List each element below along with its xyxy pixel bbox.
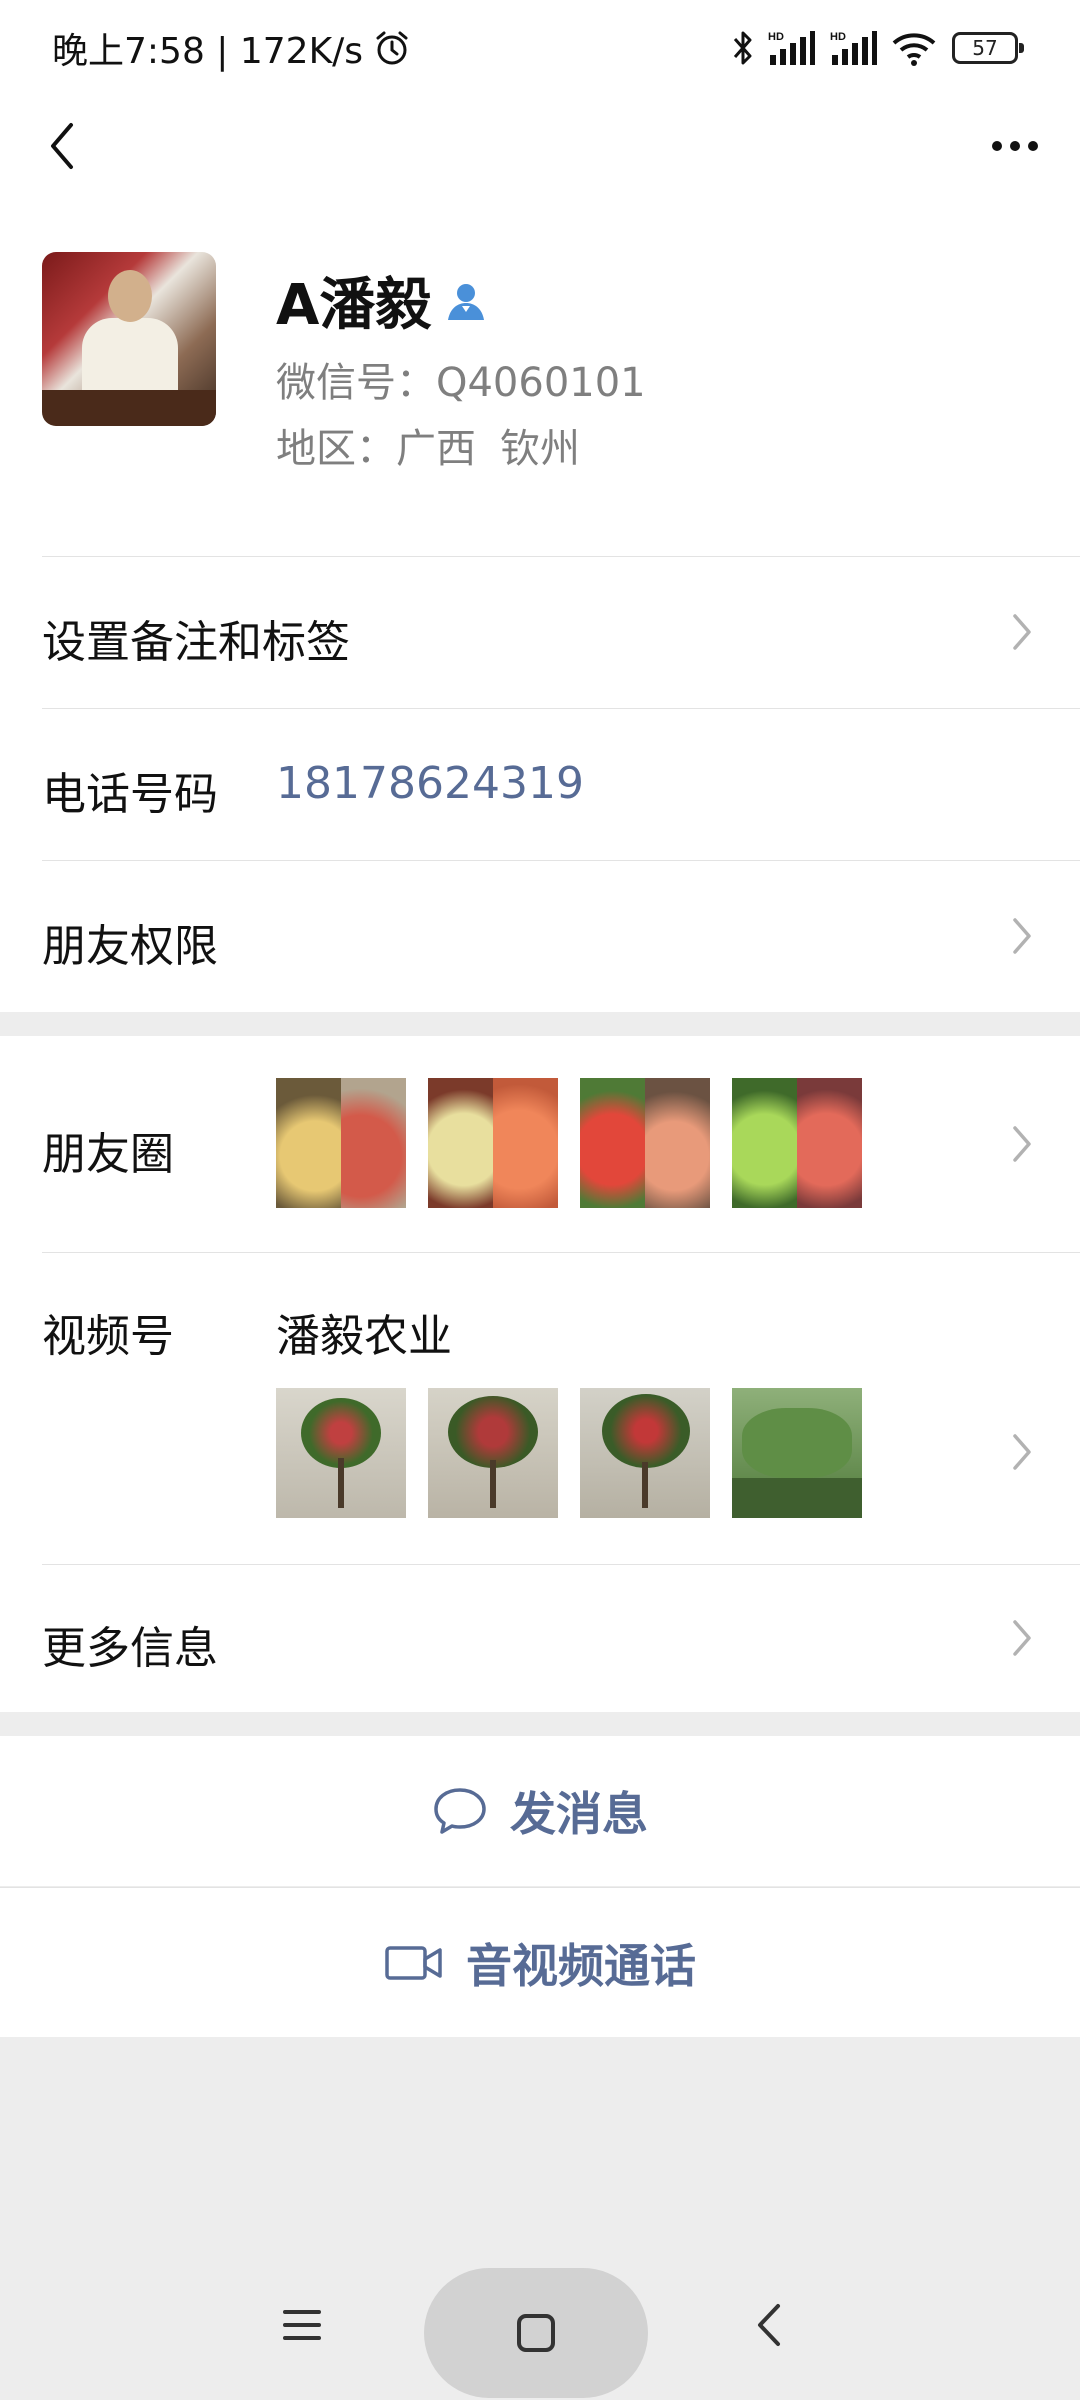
- remark-tags-label: 设置备注和标签: [42, 617, 350, 668]
- more-options-button[interactable]: [970, 114, 1060, 178]
- moments-thumbnail: [732, 1078, 862, 1208]
- friend-permission-label: 朋友权限: [42, 921, 218, 972]
- chevron-left-icon: [51, 123, 73, 169]
- chevron-right-icon: [1013, 1620, 1031, 1656]
- chevron-right-icon: [1013, 1434, 1031, 1470]
- region: 地区：广西 钦州: [276, 416, 580, 474]
- remark-tags-row[interactable]: 设置备注和标签: [0, 556, 1080, 708]
- av-call-button[interactable]: 音视频通话: [0, 1887, 1080, 2037]
- status-time-speed: 晚上7:58 | 172K/s: [52, 31, 364, 72]
- channel-thumbnails: [276, 1388, 862, 1518]
- battery-indicator: 57: [952, 32, 1024, 64]
- contact-name: A潘毅: [276, 273, 432, 338]
- system-navigation-bar: [0, 2250, 1080, 2400]
- moments-thumbnail: [580, 1078, 710, 1208]
- chevron-right-icon: [1013, 1126, 1031, 1162]
- avatar-figure-head: [108, 270, 152, 322]
- home-button[interactable]: [424, 2268, 648, 2398]
- wechat-id: 微信号：Q4060101: [276, 360, 646, 406]
- moments-thumbnail: [276, 1078, 406, 1208]
- square-icon: [517, 2314, 555, 2352]
- contact-profile-screen: 晚上7:58 | 172K/s HD HD 57 A潘毅 微信号：Q406010…: [0, 0, 1080, 2400]
- av-call-label: 音视频通话: [466, 1938, 696, 1993]
- person-badge-icon: [448, 283, 485, 320]
- moments-label: 朋友圈: [42, 1129, 174, 1180]
- avatar[interactable]: [42, 252, 216, 426]
- system-back-icon[interactable]: [754, 2302, 784, 2348]
- svg-text:HD: HD: [768, 31, 784, 43]
- menu-icon[interactable]: [282, 2308, 322, 2342]
- status-right: HD HD 57: [732, 29, 1024, 67]
- channel-thumbnail: [580, 1388, 710, 1518]
- send-message-label: 发消息: [510, 1787, 648, 1841]
- status-left: 晚上7:58 | 172K/s: [52, 22, 411, 74]
- svg-text:HD: HD: [830, 31, 846, 43]
- channels-row[interactable]: 视频号 潘毅农业: [0, 1252, 1080, 1564]
- chevron-right-icon: [1013, 614, 1031, 650]
- phone-label: 电话号码: [42, 769, 218, 820]
- more-info-label: 更多信息: [42, 1623, 218, 1674]
- moments-row[interactable]: 朋友圈: [0, 1036, 1080, 1252]
- status-bar: 晚上7:58 | 172K/s HD HD 57: [0, 0, 1080, 96]
- signal-hd-2-icon: HD: [830, 31, 877, 65]
- channel-name: 潘毅农业: [276, 1311, 452, 1362]
- more-dot-icon: [1028, 141, 1038, 151]
- wifi-icon: [892, 33, 936, 66]
- more-dot-icon: [1010, 141, 1020, 151]
- profile-header: A潘毅 微信号：Q4060101 地区：广西 钦州: [0, 196, 1080, 556]
- region-city: 钦州: [500, 426, 580, 472]
- avatar-tea-table: [42, 390, 216, 426]
- channel-thumbnail: [276, 1388, 406, 1518]
- nav-bar: [0, 96, 1080, 196]
- battery-level: 57: [972, 36, 998, 60]
- phone-row[interactable]: 电话号码 18178624319: [0, 708, 1080, 860]
- channel-thumbnail: [732, 1388, 862, 1518]
- moments-thumbnail: [428, 1078, 558, 1208]
- back-button[interactable]: [30, 114, 94, 178]
- bluetooth-icon: [733, 31, 752, 65]
- signal-hd-1-icon: HD: [768, 31, 815, 65]
- channel-thumbnail: [428, 1388, 558, 1518]
- moments-thumbnails: [276, 1078, 862, 1208]
- alarm-icon: [376, 31, 408, 65]
- chat-bubble-icon: [434, 1788, 486, 1834]
- send-message-button[interactable]: 发消息: [0, 1736, 1080, 1886]
- chevron-right-icon: [1013, 918, 1031, 954]
- name-row: A潘毅: [276, 260, 487, 341]
- more-dot-icon: [992, 141, 1002, 151]
- friend-permission-row[interactable]: 朋友权限: [0, 860, 1080, 1012]
- phone-number[interactable]: 18178624319: [276, 758, 584, 809]
- more-info-row[interactable]: 更多信息: [0, 1564, 1080, 1712]
- channels-label: 视频号: [42, 1311, 174, 1362]
- video-camera-icon: [385, 1945, 442, 1980]
- region-province: 地区：广西: [276, 426, 476, 472]
